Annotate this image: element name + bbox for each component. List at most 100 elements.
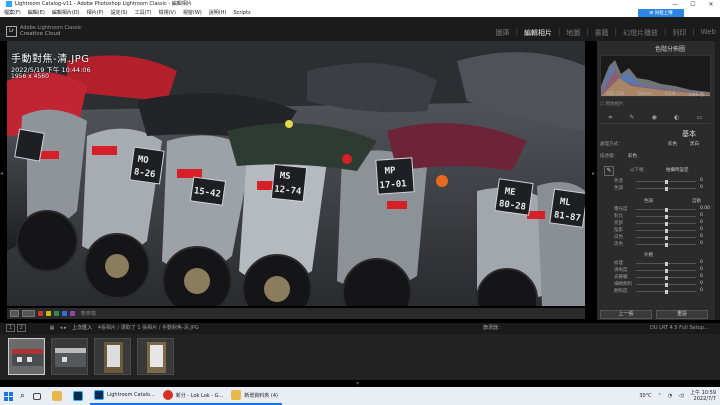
tone-slider-5-knob[interactable] <box>665 242 668 247</box>
red-eye-icon[interactable]: ◉ <box>652 114 657 121</box>
label-green[interactable] <box>54 311 59 316</box>
tone-slider-1-track[interactable] <box>636 214 696 219</box>
presence-slider-3-value[interactable]: 0 <box>700 281 703 286</box>
module-2[interactable]: 地圖 <box>566 28 580 38</box>
wb-slider-0-knob[interactable] <box>665 179 668 184</box>
search-icon[interactable]: ⌕ <box>16 387 29 405</box>
menu-item-2[interactable]: 編輯相片(D) <box>52 10 80 16</box>
presence-slider-2-knob[interactable] <box>665 275 668 280</box>
close-button[interactable]: ✕ <box>702 0 720 17</box>
tone-slider-0-track[interactable] <box>636 207 696 212</box>
tone-slider-2[interactable]: 亮部 0 <box>600 220 711 227</box>
presence-slider-0-track[interactable] <box>636 261 696 266</box>
tone-slider-4-track[interactable] <box>636 235 696 240</box>
weather-temperature[interactable]: 30°C <box>639 393 651 399</box>
forward-icon[interactable]: ▸ <box>64 325 67 331</box>
previous-button[interactable]: 上一張 <box>600 310 652 319</box>
menu-item-5[interactable]: 工具(T) <box>135 10 152 16</box>
menu-item-1[interactable]: 編輯(E) <box>28 10 45 16</box>
filmstrip-toggle-icon[interactable]: ▾ <box>356 380 359 387</box>
clock[interactable]: 上午 10:59 2022/7/7 <box>690 390 716 402</box>
presence-slider-2[interactable]: 去朦朧 0 <box>600 274 711 281</box>
right-panel-scrollbar[interactable] <box>715 41 720 320</box>
photoshop-icon[interactable] <box>69 387 90 405</box>
tone-slider-0-value[interactable]: 0.00 <box>700 206 710 211</box>
module-1[interactable]: 編輯相片 <box>524 28 552 38</box>
tone-slider-5[interactable]: 黑色 0 <box>600 241 711 248</box>
presence-slider-4-value[interactable]: 0 <box>700 288 703 293</box>
tone-slider-2-track[interactable] <box>636 221 696 226</box>
soft-proofing-toggle[interactable]: 軟校樣 <box>81 310 96 317</box>
reset-button[interactable]: 重設 <box>656 310 708 319</box>
tone-slider-1[interactable]: 對比 0 <box>600 213 711 220</box>
crop-tool-icon[interactable]: ⌗ <box>609 114 612 122</box>
page-1-button[interactable]: 1 <box>6 324 16 332</box>
label-red[interactable] <box>38 311 43 316</box>
source-label[interactable]: 上次匯入 <box>72 325 92 331</box>
taskbar-app-chrome[interactable]: 新分 - Lok Lok - G... <box>158 387 228 405</box>
wb-value[interactable]: 拍攝時設定 <box>666 167 689 173</box>
module-0[interactable]: 圖庫 <box>496 28 510 38</box>
presence-slider-1-track[interactable] <box>636 268 696 273</box>
wb-slider-1[interactable]: 色調 0 <box>600 185 711 192</box>
module-3[interactable]: 書籍 <box>595 28 609 38</box>
wb-slider-0-track[interactable] <box>636 179 696 184</box>
wb-slider-1-track[interactable] <box>636 186 696 191</box>
wb-slider-1-knob[interactable] <box>665 186 668 191</box>
tone-slider-1-value[interactable]: 0 <box>700 213 703 218</box>
original-photo-checkbox[interactable]: ☐ 原始相片 <box>600 101 623 107</box>
tone-slider-3-track[interactable] <box>636 228 696 233</box>
masking-icon[interactable]: ◐ <box>674 114 679 121</box>
back-icon[interactable]: ◂ <box>60 325 63 331</box>
tone-slider-4-knob[interactable] <box>665 235 668 240</box>
tone-slider-5-value[interactable]: 0 <box>700 241 703 246</box>
profile-value[interactable]: 彩色 <box>628 153 637 159</box>
main-photo-view[interactable]: MO 8-26 15-42 MS 12-74 MP 17-01 ME 80-28… <box>7 41 585 306</box>
presence-slider-4[interactable]: 飽和度 0 <box>600 288 711 295</box>
presence-slider-0[interactable]: 紋理 0 <box>600 260 711 267</box>
maximize-button[interactable]: ☐ <box>684 0 702 17</box>
menu-item-0[interactable]: 檔案(F) <box>4 10 21 16</box>
taskbar-app-lightroom[interactable]: Lightroom Catalo... <box>90 387 159 405</box>
thumbnail-4[interactable] <box>137 338 174 375</box>
gradient-icon[interactable]: ▭ <box>697 114 703 121</box>
basic-panel-title[interactable]: 基本 <box>682 129 696 139</box>
presence-slider-1-knob[interactable] <box>665 268 668 273</box>
wb-slider-1-value[interactable]: 0 <box>700 185 703 190</box>
module-5[interactable]: 列印 <box>672 28 686 38</box>
presence-slider-4-track[interactable] <box>636 289 696 294</box>
presence-slider-2-track[interactable] <box>636 275 696 280</box>
menu-item-4[interactable]: 設定(S) <box>111 10 128 16</box>
tone-slider-0-knob[interactable] <box>665 207 668 212</box>
page-2-button[interactable]: 2 <box>16 324 26 332</box>
right-panel-toggle-icon[interactable]: ▸ <box>592 170 595 177</box>
treatment-bw[interactable]: 黑白 <box>690 141 699 147</box>
loupe-view-icon[interactable] <box>10 310 19 317</box>
presence-slider-0-knob[interactable] <box>665 261 668 266</box>
wb-slider-0-value[interactable]: 0 <box>700 178 703 183</box>
label-yellow[interactable] <box>46 311 51 316</box>
presence-slider-4-knob[interactable] <box>665 289 668 294</box>
treatment-color[interactable]: 彩色 <box>668 141 677 147</box>
module-6[interactable]: Web <box>701 28 716 38</box>
menu-item-8[interactable]: 說明(H) <box>209 10 227 16</box>
auto-tone-button[interactable]: 自動 <box>692 198 701 204</box>
tone-slider-4[interactable]: 白色 0 <box>600 234 711 241</box>
tone-slider-5-track[interactable] <box>636 242 696 247</box>
menu-item-9[interactable]: Scripts <box>233 10 250 16</box>
menu-item-7[interactable]: 視窗(W) <box>183 10 202 16</box>
presence-slider-0-value[interactable]: 0 <box>700 260 703 265</box>
taskbar-app-folder[interactable]: 新增資料夾 (4) <box>227 387 282 405</box>
tone-slider-2-knob[interactable] <box>665 221 668 226</box>
histogram-title[interactable]: 色階分佈圖 <box>655 44 685 53</box>
network-icon[interactable]: ◔ <box>668 393 672 399</box>
spot-removal-icon[interactable]: ✎ <box>629 114 634 121</box>
start-button[interactable] <box>0 387 16 405</box>
presence-slider-2-value[interactable]: 0 <box>700 274 703 279</box>
thumbnail-3[interactable] <box>94 338 131 375</box>
label-purple[interactable] <box>70 311 75 316</box>
module-4[interactable]: 幻燈片播放 <box>623 28 658 38</box>
presence-slider-3-knob[interactable] <box>665 282 668 287</box>
left-panel-toggle-icon[interactable]: ◂ <box>0 170 3 177</box>
tone-slider-4-value[interactable]: 0 <box>700 234 703 239</box>
